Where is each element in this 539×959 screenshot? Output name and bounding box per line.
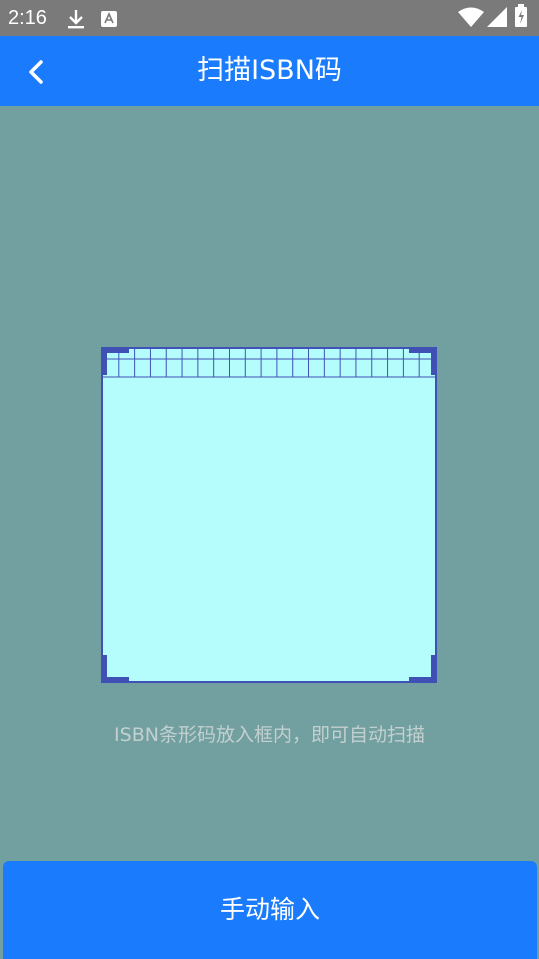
status-time: 2:16 <box>8 7 47 29</box>
frame-corner-bottom-left <box>101 655 129 683</box>
scan-line-grid <box>103 349 435 378</box>
scan-frame <box>101 347 437 683</box>
signal-icon <box>487 7 507 31</box>
app-bar: 扫描ISBN码 <box>0 36 539 106</box>
download-icon <box>66 8 86 34</box>
wifi-icon <box>458 7 484 31</box>
battery-icon <box>514 4 528 32</box>
frame-corner-top-left <box>101 347 129 375</box>
manual-input-button[interactable]: 手动输入 <box>3 861 537 959</box>
frame-corner-bottom-right <box>409 655 437 683</box>
frame-corner-top-right <box>409 347 437 375</box>
app-a-icon <box>101 11 117 31</box>
scan-hint: ISBN条形码放入框内，即可自动扫描 <box>114 724 425 746</box>
page-title: 扫描ISBN码 <box>197 55 342 86</box>
status-bar: 2:16 <box>0 0 539 36</box>
